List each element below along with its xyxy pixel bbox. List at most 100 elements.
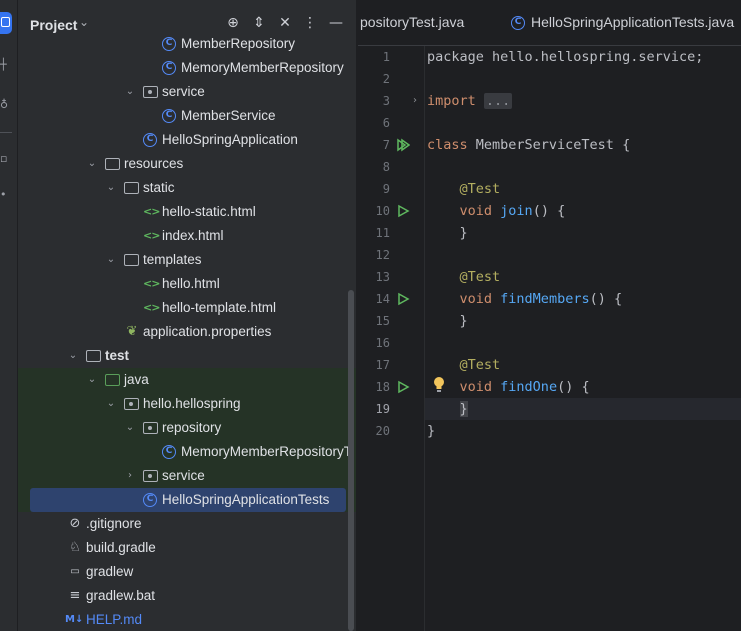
tree-item-label: MemoryMemberRepository xyxy=(181,60,344,75)
structure-icon[interactable]: ▫ xyxy=(0,152,7,166)
tree-item[interactable]: ⌄ templates xyxy=(18,248,356,272)
run-test-icon[interactable] xyxy=(396,204,410,218)
tree-item-label: application.properties xyxy=(143,324,272,339)
fold-expand-icon[interactable]: › xyxy=(413,90,417,112)
class-keyword: class xyxy=(427,137,468,153)
code-line: void join() { xyxy=(427,200,566,222)
tree-item[interactable]: ♘ build.gradle xyxy=(18,536,356,560)
tree-item[interactable]: M↓ HELP.md xyxy=(18,608,356,631)
test-annotation: @Test xyxy=(459,181,501,197)
project-title[interactable]: Project xyxy=(30,17,77,33)
folder-icon xyxy=(124,182,139,194)
tab-repository-test[interactable]: positoryTest.java xyxy=(360,14,464,30)
code-line-current: } xyxy=(427,398,468,420)
tree-item[interactable]: › service xyxy=(18,464,356,488)
line-number: 20 xyxy=(375,424,390,438)
class-icon: C xyxy=(162,109,176,123)
tree-item-label: java xyxy=(124,372,149,387)
chevron-down-icon[interactable]: ⌄ xyxy=(67,348,79,364)
tree-item-label: .gitignore xyxy=(86,516,142,531)
tree-item[interactable]: ⌄ service xyxy=(18,80,356,104)
editor-tabs: positoryTest.java C HelloSpringApplicati… xyxy=(358,0,741,46)
lightbulb-icon[interactable] xyxy=(432,376,446,394)
void-keyword: void xyxy=(459,203,493,219)
options-menu-icon[interactable]: ⋮ xyxy=(301,14,319,32)
code-line: } xyxy=(427,420,435,442)
chevron-down-icon[interactable]: ⌄ xyxy=(124,420,136,436)
run-all-tests-icon[interactable] xyxy=(396,138,410,152)
tree-item-label: hello-static.html xyxy=(162,204,256,219)
tree-item[interactable]: ⌄ resources xyxy=(18,152,356,176)
tab-hello-spring-application-tests[interactable]: HelloSpringApplicationTests.java xyxy=(531,14,734,30)
tree-scrollbar[interactable] xyxy=(348,290,354,631)
chevron-down-icon[interactable]: ⌄ xyxy=(86,156,98,172)
properties-icon: ❦ xyxy=(126,324,138,339)
chevron-down-icon[interactable]: ⌄ xyxy=(124,84,136,100)
strip-divider xyxy=(0,132,12,133)
line-number: 17 xyxy=(375,358,390,372)
code-line: } xyxy=(427,222,468,244)
void-keyword: void xyxy=(459,379,493,395)
chevron-down-icon[interactable]: ⌄ xyxy=(86,372,98,388)
method-signature-tail: () { xyxy=(532,203,566,219)
expand-all-icon[interactable]: ⇕ xyxy=(250,14,268,32)
run-test-icon[interactable] xyxy=(396,380,410,394)
tree-item[interactable]: <> hello.html xyxy=(18,272,356,296)
project-panel: Project ⌄ ⊕ ⇕ ✕ ⋮ — C MemberRepository C… xyxy=(18,0,357,631)
tree-item[interactable]: C MemberRepository xyxy=(18,32,356,56)
tree-item-label: hello.html xyxy=(162,276,220,291)
line-number: 10 xyxy=(375,204,390,218)
line-number: 8 xyxy=(382,160,390,174)
code-line: @Test xyxy=(427,354,501,376)
tree-item[interactable]: ⌄ repository xyxy=(18,416,356,440)
chevron-right-icon[interactable]: › xyxy=(124,468,136,484)
line-number: 1 xyxy=(382,50,390,64)
tree-item[interactable]: C MemberService xyxy=(18,104,356,128)
package-icon xyxy=(143,86,158,98)
line-number: 18 xyxy=(375,380,390,394)
class-icon: C xyxy=(162,37,176,51)
tree-item[interactable]: C MemoryMemberRepositoryT xyxy=(18,440,356,464)
closing-brace: } xyxy=(427,423,436,439)
collapsed-imports[interactable]: ... xyxy=(483,93,513,109)
tree-item[interactable]: ⌄ static xyxy=(18,176,356,200)
line-number: 6 xyxy=(382,116,390,130)
test-annotation: @Test xyxy=(459,357,501,373)
chevron-down-icon[interactable]: ⌄ xyxy=(79,15,89,29)
tree-item[interactable]: C HelloSpringApplication xyxy=(18,128,356,152)
tree-item-selected[interactable]: C HelloSpringApplicationTests xyxy=(30,488,346,512)
hide-panel-icon[interactable]: — xyxy=(327,14,345,32)
line-number: 14 xyxy=(375,292,390,306)
tree-item[interactable]: ≡ gradlew.bat xyxy=(18,584,356,608)
tree-item-label: test xyxy=(105,348,130,363)
code-line: @Test xyxy=(427,266,501,288)
chevron-down-icon[interactable]: ⌄ xyxy=(105,180,117,196)
closing-brace: } xyxy=(459,313,468,329)
commit-icon[interactable]: ┼ xyxy=(0,58,7,72)
code-line: @Test xyxy=(427,178,501,200)
collapse-all-icon[interactable]: ✕ xyxy=(276,14,294,32)
project-tool-button[interactable] xyxy=(0,12,12,34)
terminal-file-icon: ▭ xyxy=(70,566,80,577)
tree-item[interactable]: <> index.html xyxy=(18,224,356,248)
tree-item-label: hello-template.html xyxy=(162,300,277,315)
tree-item[interactable]: ⊘ .gitignore xyxy=(18,512,356,536)
tree-item[interactable]: ▭ gradlew xyxy=(18,560,356,584)
tree-item[interactable]: ❦ application.properties xyxy=(18,320,356,344)
tree-item[interactable]: <> hello-template.html xyxy=(18,296,356,320)
code-area[interactable]: package hello.hellospring.service; impor… xyxy=(424,46,741,631)
tree-item[interactable]: ⌄ hello.hellospring xyxy=(18,392,356,416)
chevron-down-icon[interactable]: ⌄ xyxy=(105,252,117,268)
locate-file-icon[interactable]: ⊕ xyxy=(224,14,242,32)
run-test-icon[interactable] xyxy=(396,292,410,306)
current-line-highlight xyxy=(425,398,741,420)
tree-item[interactable]: C MemoryMemberRepository xyxy=(18,56,356,80)
tree-item[interactable]: ⌄ test xyxy=(18,344,356,368)
chevron-down-icon[interactable]: ⌄ xyxy=(105,396,117,412)
tree-item[interactable]: ⌄ java xyxy=(18,368,356,392)
pull-requests-icon[interactable]: ♁ xyxy=(0,98,8,112)
tree-item[interactable]: <> hello-static.html xyxy=(18,200,356,224)
tree-item-label: static xyxy=(143,180,175,195)
editor-gutter: 1 2 3 › 6 7 8 9 10 11 12 13 14 15 16 17 … xyxy=(358,46,424,631)
more-icon[interactable]: • xyxy=(0,188,7,202)
